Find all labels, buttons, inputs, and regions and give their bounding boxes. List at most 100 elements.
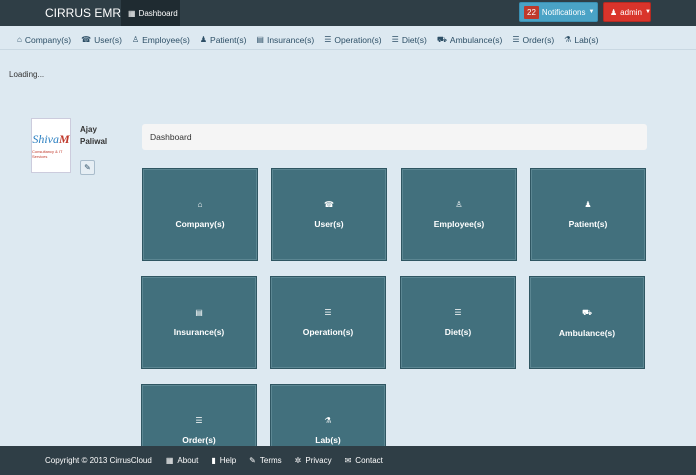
list-icon: ☰ xyxy=(512,35,520,44)
footer-link-label: About xyxy=(177,456,199,465)
notifications-label: Notifications xyxy=(541,7,586,17)
menu-item-labs[interactable]: ⚗ Lab(s) xyxy=(564,35,598,45)
footer-link-contact[interactable]: ✉ Contact xyxy=(345,456,383,465)
menu-item-diets[interactable]: ☰ Diet(s) xyxy=(392,35,427,45)
menu-item-label: Ambulance(s) xyxy=(449,34,503,45)
home-icon: ⌂ xyxy=(197,200,203,209)
edit-icon: ✎ xyxy=(84,163,91,172)
tile-users[interactable]: ☎ User(s) xyxy=(271,168,387,261)
menu-item-label: Insurance(s) xyxy=(266,34,315,45)
tile-label: User(s) xyxy=(314,219,344,229)
menu-item-ambulances[interactable]: ⛟ Ambulance(s) xyxy=(437,35,503,45)
tile-insurances[interactable]: ▤ Insurance(s) xyxy=(141,276,257,369)
footer: Copyright © 2013 CirrusCloud ▦ About ▮ Hel… xyxy=(0,446,696,475)
tile-operations[interactable]: ☰ Operation(s) xyxy=(270,276,386,369)
list-icon: ☰ xyxy=(195,416,203,425)
admin-label: admin xyxy=(620,7,642,17)
breadcrumb: Dashboard xyxy=(142,124,647,150)
menu-item-label: Order(s) xyxy=(522,34,555,45)
list-icon: ☰ xyxy=(391,35,399,44)
chevron-down-icon: ▼ xyxy=(644,9,651,15)
envelope-icon: ✉ xyxy=(344,456,352,465)
copyright-text: Copyright © 2013 CirrusCloud xyxy=(45,456,152,465)
phone-icon: ☎ xyxy=(81,35,92,44)
footer-link-privacy[interactable]: ✲ Privacy xyxy=(295,456,332,465)
menu-item-label: Company(s) xyxy=(24,34,72,45)
ambulance-icon: ⛟ xyxy=(581,307,593,317)
employee-icon: ♙ xyxy=(131,35,140,44)
list-icon: ☰ xyxy=(454,308,462,317)
menu-item-label: User(s) xyxy=(94,34,122,45)
brand-title[interactable]: CIRRUS EMR xyxy=(45,6,121,20)
patient-icon: ♟ xyxy=(199,35,208,44)
user-icon: ♟ xyxy=(610,7,618,17)
logo-subtitle: Consultancy & IT Services xyxy=(32,149,63,159)
module-menu: ⌂ Company(s) ☎ User(s) ♙ Employee(s) ♟ Patie… xyxy=(0,30,696,50)
menu-item-companies[interactable]: ⌂ Company(s) xyxy=(17,35,71,45)
flask-icon: ⚗ xyxy=(324,416,332,425)
tile-employees[interactable]: ♙ Employee(s) xyxy=(401,168,517,261)
card-icon: ▤ xyxy=(256,35,264,44)
employee-icon: ♙ xyxy=(455,200,463,209)
loading-text: Loading... xyxy=(9,70,45,79)
menu-item-users[interactable]: ☎ User(s) xyxy=(81,35,122,45)
menu-item-label: Patient(s) xyxy=(210,34,247,45)
list-icon: ☰ xyxy=(324,35,332,44)
footer-link-label: Privacy xyxy=(305,456,332,465)
footer-link-terms[interactable]: ✎ Terms xyxy=(249,456,281,465)
menu-item-insurances[interactable]: ▤ Insurance(s) xyxy=(256,35,314,45)
list-icon: ☰ xyxy=(324,308,332,317)
tile-label: Diet(s) xyxy=(444,327,472,337)
footer-link-label: Help xyxy=(219,456,237,465)
edit-profile-button[interactable]: ✎ xyxy=(80,160,95,175)
tile-label: Employee(s) xyxy=(433,219,485,229)
menu-item-label: Operation(s) xyxy=(334,34,382,45)
menu-item-patients[interactable]: ♟ Patient(s) xyxy=(200,35,247,45)
flask-icon: ⚗ xyxy=(564,35,572,44)
tile-label: Order(s) xyxy=(182,435,216,445)
tile-patients[interactable]: ♟ Patient(s) xyxy=(530,168,646,261)
logo-accent: M xyxy=(59,132,70,146)
admin-menu-button[interactable]: ♟ admin ▼ xyxy=(603,2,651,22)
logo-wordmark: ShivaM xyxy=(32,132,69,147)
notifications-button[interactable]: 22 Notifications ▼ xyxy=(519,2,598,22)
footer-link-about[interactable]: ▦ About xyxy=(166,456,198,465)
menu-item-label: Lab(s) xyxy=(574,34,599,45)
grid-icon: ▦ xyxy=(165,456,174,465)
footer-link-help[interactable]: ▮ Help xyxy=(211,456,236,465)
tile-ambulances[interactable]: ⛟ Ambulance(s) xyxy=(529,276,645,369)
footer-link-label: Terms xyxy=(259,456,282,465)
card-icon: ▤ xyxy=(195,308,203,317)
pencil-icon: ✎ xyxy=(249,456,256,465)
ambulance-icon: ⛟ xyxy=(436,34,447,44)
tile-diets[interactable]: ☰ Diet(s) xyxy=(400,276,516,369)
menu-item-label: Employee(s) xyxy=(142,34,190,45)
tile-companies[interactable]: ⌂ Company(s) xyxy=(142,168,258,261)
menu-item-operations[interactable]: ☰ Operation(s) xyxy=(324,35,381,45)
top-navbar: CIRRUS EMR ▦ Dashboard 22 Notifications … xyxy=(0,0,696,26)
phone-icon: ☎ xyxy=(324,200,334,209)
tile-label: Ambulance(s) xyxy=(558,327,616,338)
tile-label: Insurance(s) xyxy=(173,327,225,337)
home-icon: ⌂ xyxy=(17,35,22,44)
tile-label: Company(s) xyxy=(175,219,225,229)
menu-item-orders[interactable]: ☰ Order(s) xyxy=(512,35,554,45)
book-icon: ▮ xyxy=(211,456,216,465)
user-name: Ajay Paliwal xyxy=(80,125,108,146)
footer-link-label: Contact xyxy=(355,456,383,465)
gears-icon: ✲ xyxy=(294,456,302,465)
company-logo: ShivaM Consultancy & IT Services xyxy=(31,118,71,173)
tile-label: Patient(s) xyxy=(568,219,608,229)
menu-item-label: Diet(s) xyxy=(401,34,427,45)
patient-icon: ♟ xyxy=(584,200,592,209)
notifications-count-badge: 22 xyxy=(524,5,539,19)
logo-main: Shiva xyxy=(32,132,59,146)
tile-label: Lab(s) xyxy=(315,435,341,445)
menu-item-employees[interactable]: ♙ Employee(s) xyxy=(132,35,190,45)
dashboard-icon: ▦ xyxy=(128,8,136,18)
nav-dashboard[interactable]: ▦ Dashboard xyxy=(121,0,180,26)
nav-dashboard-label: Dashboard xyxy=(138,8,178,18)
tile-label: Operation(s) xyxy=(302,327,354,337)
breadcrumb-label: Dashboard xyxy=(150,132,192,142)
chevron-down-icon: ▼ xyxy=(588,9,595,15)
